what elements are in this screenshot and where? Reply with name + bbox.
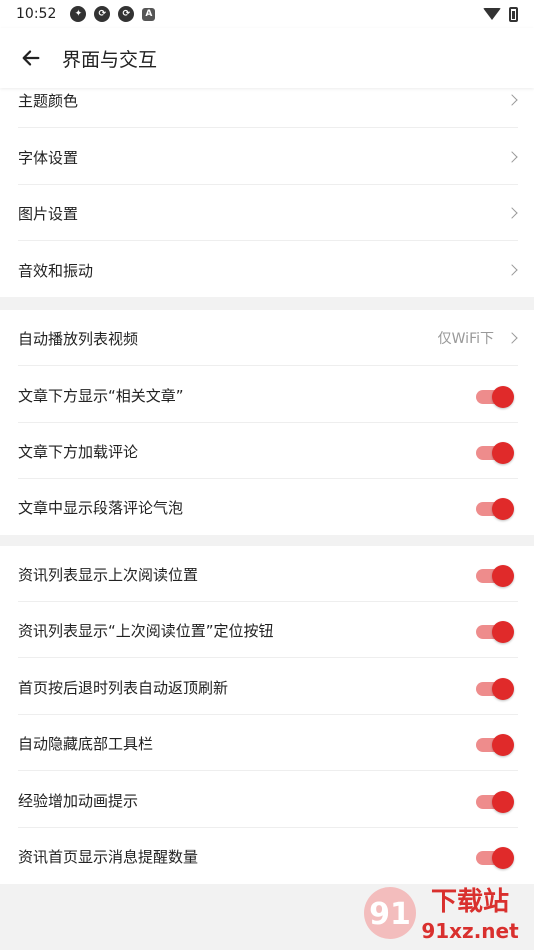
page-title: 界面与交互 [62, 48, 158, 71]
settings-row-exp-animation: 经验增加动画提示 [0, 772, 534, 828]
row-label: 文章下方加载评论 [18, 442, 139, 461]
settings-row-back-refresh: 首页按后退时列表自动返顶刷新 [0, 659, 534, 715]
row-value: 仅WiFi下 [437, 331, 494, 347]
toggle-switch[interactable] [476, 440, 514, 464]
row-label: 首页按后退时列表自动返顶刷新 [18, 678, 229, 697]
divider [18, 770, 518, 771]
row-label: 文章中显示段落评论气泡 [18, 498, 184, 517]
toggle-switch[interactable] [476, 789, 514, 813]
settings-section-feed: 资讯列表显示上次阅读位置 资讯列表显示“上次阅读位置”定位按钮 首页按后退时列表… [0, 546, 534, 884]
sync-icon: ⟳ [94, 6, 111, 22]
settings-row-last-read-button: 资讯列表显示“上次阅读位置”定位按钮 [0, 602, 534, 658]
settings-row-autoplay[interactable]: 自动播放列表视频 仅WiFi下 [0, 310, 534, 366]
toggle-switch[interactable] [476, 845, 514, 869]
row-label: 自动隐藏底部工具栏 [18, 734, 154, 753]
toggle-switch[interactable] [476, 496, 514, 520]
divider [18, 657, 518, 658]
svg-text:下载站: 下载站 [431, 887, 509, 917]
settings-row-sound[interactable]: 音效和振动 [0, 242, 534, 298]
row-label: 经验增加动画提示 [18, 791, 139, 810]
arrow-left-icon [22, 50, 40, 66]
watermark-logo: 91 下载站 91xz.net [358, 880, 528, 946]
toggle-switch[interactable] [476, 732, 514, 756]
divider [18, 127, 518, 128]
toggle-switch[interactable] [476, 384, 514, 408]
svg-text:91: 91 [369, 897, 411, 932]
settings-row-load-comments: 文章下方加载评论 [0, 423, 534, 479]
settings-row-related-articles: 文章下方显示“相关文章” [0, 367, 534, 423]
settings-row-image[interactable]: 图片设置 [0, 185, 534, 241]
settings-row-font[interactable]: 字体设置 [0, 129, 534, 185]
chevron-right-icon [506, 207, 518, 219]
status-time: 10:52 [16, 6, 57, 22]
app-bar: 界面与交互 [0, 28, 534, 88]
row-label: 自动播放列表视频 [18, 329, 139, 348]
sync-icon: ⟳ [118, 6, 135, 22]
toggle-switch[interactable] [476, 676, 514, 700]
app-icon: ✦ [70, 6, 87, 22]
toggle-switch[interactable] [476, 619, 514, 643]
row-label: 文章下方显示“相关文章” [18, 386, 184, 405]
chevron-right-icon [506, 264, 518, 276]
settings-section-display: 主题颜色 字体设置 图片设置 音效和振动 [0, 72, 534, 297]
battery-icon [509, 6, 518, 22]
settings-row-last-read-position: 资讯列表显示上次阅读位置 [0, 546, 534, 602]
row-label: 字体设置 [18, 148, 79, 167]
divider [18, 365, 518, 366]
toggle-switch[interactable] [476, 563, 514, 587]
row-label: 图片设置 [18, 204, 79, 223]
chevron-right-icon [506, 94, 518, 106]
settings-row-comment-bubbles: 文章中显示段落评论气泡 [0, 479, 534, 535]
row-label: 资讯列表显示“上次阅读位置”定位按钮 [18, 621, 274, 640]
svg-text:91xz.net: 91xz.net [421, 919, 519, 943]
status-bar: 10:52 ✦ ⟳ ⟳ A [0, 0, 534, 28]
row-label: 音效和振动 [18, 261, 94, 280]
divider [18, 240, 518, 241]
chevron-right-icon [506, 151, 518, 163]
row-label: 资讯首页显示消息提醒数量 [18, 847, 199, 866]
row-label: 资讯列表显示上次阅读位置 [18, 565, 199, 584]
settings-row-message-count: 资讯首页显示消息提醒数量 [0, 828, 534, 884]
back-button[interactable] [0, 28, 62, 88]
settings-row-hide-toolbar: 自动隐藏底部工具栏 [0, 715, 534, 771]
row-label: 主题颜色 [18, 91, 79, 110]
a-icon: A [142, 7, 156, 21]
wifi-icon [483, 8, 501, 20]
chevron-right-icon [506, 332, 518, 344]
settings-section-article: 自动播放列表视频 仅WiFi下 文章下方显示“相关文章” 文章下方加载评论 文章… [0, 310, 534, 535]
